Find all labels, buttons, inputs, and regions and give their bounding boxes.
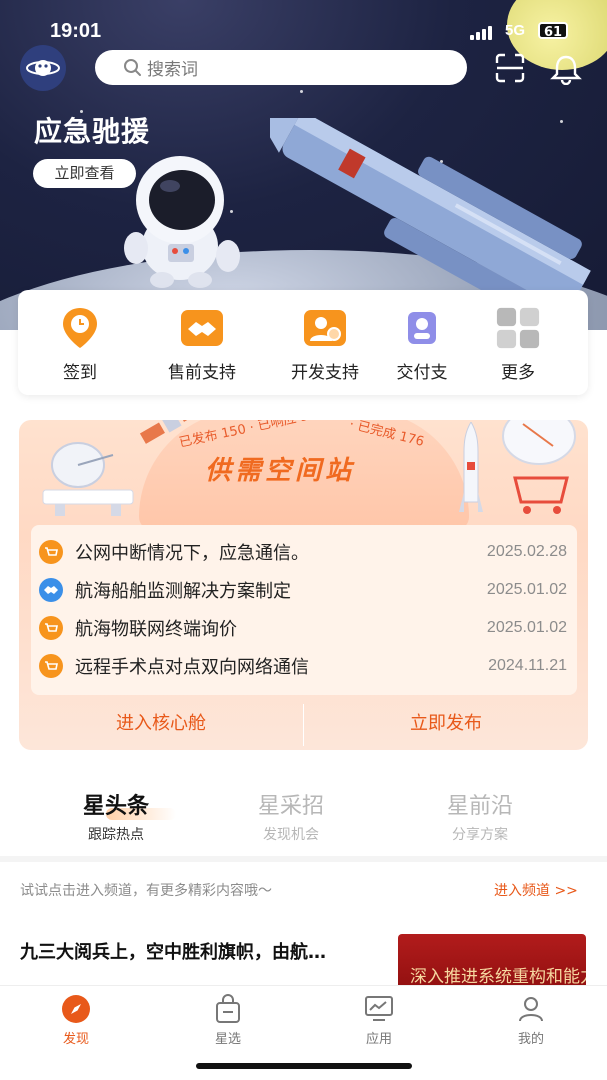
battery-icon: 61: [538, 22, 568, 40]
nav-label: 发现: [62, 1032, 89, 1047]
func-label: 更多: [501, 363, 535, 383]
func-presale[interactable]: 售前支持: [152, 306, 252, 383]
enter-channel-link[interactable]: 进入频道 >>: [494, 880, 578, 900]
func-label: 售前支持: [168, 363, 236, 383]
news-title[interactable]: 九三大阅兵上，空中胜利旗帜，由航…: [20, 938, 370, 964]
search-input[interactable]: 搜索词: [95, 50, 467, 85]
nav-mine[interactable]: 我的: [481, 994, 581, 1047]
status-time: 19:01: [50, 20, 102, 42]
nav-discover[interactable]: 发现: [26, 994, 126, 1047]
satellite-icon: [139, 420, 204, 444]
item-date: 2025.01.02: [486, 619, 567, 636]
satellite-dish-illustration: [42, 442, 134, 516]
nav-label: 我的: [517, 1032, 544, 1047]
nav-label: 应用: [365, 1032, 392, 1047]
func-devsupport[interactable]: 开发支持: [275, 306, 375, 383]
nav-apps[interactable]: 应用: [329, 994, 429, 1047]
item-title: 航海物联网终端询价: [75, 619, 237, 640]
status-bar: 19:01 5G 61: [0, 0, 607, 50]
app-logo[interactable]: [20, 45, 66, 91]
list-item[interactable]: 远程手术点对点双向网络通信 2024.11.21: [39, 647, 567, 685]
content-tabs: 星头条 跟踪热点 星采招 发现机会 星前沿 分享方案: [0, 788, 607, 848]
station-actions: 进入核心舱 立即发布: [19, 700, 588, 750]
astronaut-illustration: [124, 156, 240, 288]
tab-frontier[interactable]: 星前沿 分享方案: [400, 788, 560, 844]
tab-subtitle: 发现机会: [263, 827, 319, 843]
item-date: 2025.02.28: [486, 543, 567, 560]
handshake-icon: [39, 578, 63, 602]
cart-icon: [39, 540, 63, 564]
view-now-button[interactable]: 立即查看: [33, 159, 136, 188]
grid-more-icon: [496, 307, 540, 349]
tab-title: 星头条: [82, 794, 149, 819]
banner-title: 应急驰援: [34, 115, 151, 148]
tab-subtitle: 跟踪热点: [88, 827, 144, 843]
compass-icon: [62, 995, 90, 1023]
home-indicator: [196, 1063, 412, 1069]
channel-hint: 试试点击进入频道，有更多精彩内容哦～: [20, 883, 272, 899]
nav-selection[interactable]: 星选: [178, 994, 278, 1047]
tab-subtitle: 分享方案: [452, 827, 508, 843]
list-item[interactable]: 公网中断情况下，应急通信。 2025.02.28: [39, 533, 567, 571]
func-checkin[interactable]: 签到: [30, 306, 130, 383]
item-date: 2025.01.02: [486, 581, 567, 598]
item-date: 2024.11.21: [488, 657, 567, 674]
scan-icon[interactable]: [494, 53, 526, 83]
search-placeholder: 搜索词: [147, 60, 198, 80]
tab-title: 星采招: [257, 794, 324, 819]
func-label: 开发支持: [291, 363, 359, 383]
list-item[interactable]: 航海船舶监测解决方案制定 2025.01.02: [39, 571, 567, 609]
func-more[interactable]: 更多: [468, 306, 568, 383]
delivery-icon: [408, 312, 436, 344]
top-bar: 搜索词: [0, 45, 607, 93]
shopping-cart-dish-illustration: [502, 420, 576, 514]
supply-demand-station: 已发布 150 · 已响应 35 · 已完成 176 供需空间站 公网中断情况下…: [19, 420, 588, 750]
network-label: 5G: [505, 22, 526, 39]
shopping-bag-icon: [216, 994, 240, 1023]
publish-now-button[interactable]: 立即发布: [304, 700, 588, 750]
station-title: 供需空间站: [205, 456, 356, 486]
nav-label: 星选: [214, 1032, 241, 1047]
enter-core-button[interactable]: 进入核心舱: [19, 700, 303, 750]
tab-title: 星前沿: [446, 794, 513, 819]
monitor-chart-icon: [365, 996, 393, 1021]
planet-logo-icon: [26, 60, 60, 76]
tab-headlines[interactable]: 星头条 跟踪热点: [36, 788, 196, 844]
func-delivery[interactable]: 交付支: [386, 306, 458, 383]
location-pin-icon: [63, 308, 97, 348]
developer-icon: [304, 310, 346, 346]
cart-icon: [39, 616, 63, 640]
search-icon: [124, 58, 141, 76]
signal-icon: [470, 26, 492, 40]
section-divider: [0, 856, 607, 862]
item-title: 公网中断情况下，应急通信。: [75, 543, 309, 564]
demand-list: 公网中断情况下，应急通信。 2025.02.28 航海船舶监测解决方案制定 20…: [31, 525, 577, 695]
item-title: 航海船舶监测解决方案制定: [75, 581, 291, 602]
quick-function-card: 签到 售前支持 开发支持 交付支 更多: [18, 290, 588, 395]
bell-icon[interactable]: [549, 53, 583, 85]
tab-procurement[interactable]: 星采招 发现机会: [211, 788, 371, 844]
func-label: 签到: [63, 363, 97, 383]
user-icon: [519, 997, 543, 1022]
thumbnail-caption: 深入推进系统重构和能力重塑: [410, 967, 586, 987]
handshake-icon: [181, 310, 223, 346]
func-label: 交付支: [396, 363, 448, 383]
cart-icon: [39, 654, 63, 678]
item-title: 远程手术点对点双向网络通信: [75, 657, 309, 678]
list-item[interactable]: 航海物联网终端询价 2025.01.02: [39, 609, 567, 647]
rocket-illustration: [270, 118, 591, 308]
